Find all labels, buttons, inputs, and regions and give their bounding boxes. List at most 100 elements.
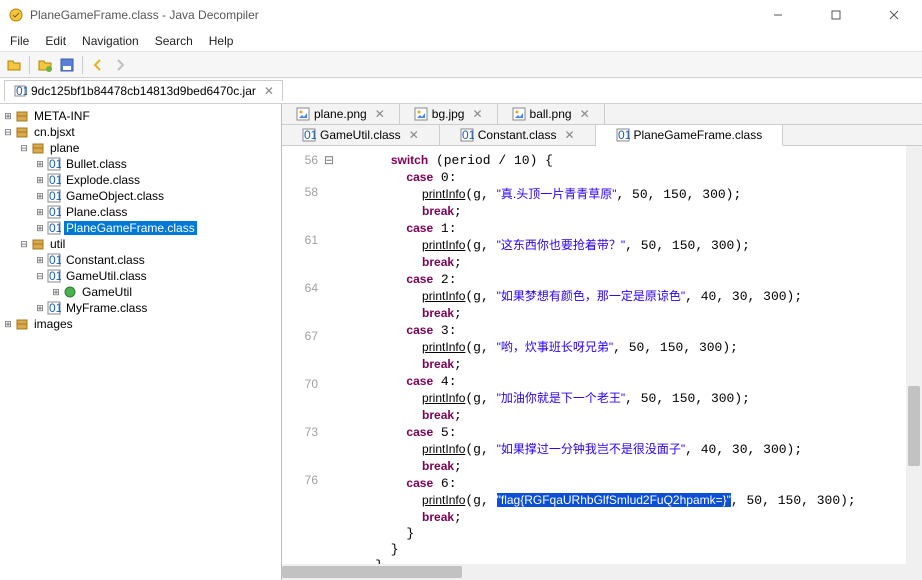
expand-toggle[interactable]: ⊟ [2,127,14,138]
tree-node-label: PlaneGameFrame.class [64,221,197,235]
class-icon: 010 [46,253,62,267]
tree-node[interactable]: ⊞010PlaneGameFrame.class [2,220,279,236]
code-area[interactable]: 5658616467707376 ⊟ switch (period / 10) … [282,146,922,580]
tree-node-label: Plane.class [64,205,129,219]
horizontal-scrollbar[interactable] [282,564,906,580]
jar-tab-close[interactable]: ✕ [264,84,274,98]
tree-node[interactable]: ⊞010Bullet.class [2,156,279,172]
save-button[interactable] [57,55,77,75]
code-content[interactable]: switch (period / 10) { case 0: printInfo… [336,146,922,580]
editor-tab-label: ball.png [530,107,572,121]
class-icon: 010 [46,157,62,171]
expand-toggle[interactable]: ⊞ [34,191,46,202]
toolbar-separator [29,56,30,74]
svg-text:010: 010 [49,221,61,235]
tree-node-label: GameUtil.class [64,269,149,283]
editor-tab[interactable]: ball.png ✕ [498,104,605,124]
fold-column[interactable]: ⊟ [322,146,336,580]
tree-node-label: plane [48,141,81,155]
expand-toggle[interactable]: ⊞ [34,303,46,314]
tree-node[interactable]: ⊟cn.bjsxt [2,124,279,140]
app-icon [8,7,24,23]
class-icon: 010 [460,128,474,142]
back-button[interactable] [88,55,108,75]
editor-tab-row-1: plane.png✕bg.jpg✕ball.png✕ [282,104,922,125]
menu-navigation[interactable]: Navigation [76,32,145,50]
jar-tab-label: 9dc125bf1b84478cb14813d9bed6470c.jar [31,84,256,98]
tree-node[interactable]: ⊞ images [2,316,279,332]
expand-toggle[interactable]: ⊞ [50,287,62,298]
class-icon: 010 [46,173,62,187]
editor-tab[interactable]: 010PlaneGameFrame.class [596,125,784,146]
menu-edit[interactable]: Edit [39,32,72,50]
expand-toggle[interactable]: ⊞ [2,111,14,122]
window-title: PlaneGameFrame.class - Java Decompiler [30,8,758,22]
expand-toggle[interactable]: ⊞ [34,223,46,234]
expand-toggle[interactable]: ⊟ [18,143,30,154]
toolbar-separator [82,56,83,74]
expand-toggle[interactable]: ⊟ [18,239,30,250]
menu-search[interactable]: Search [149,32,199,50]
editor-tab[interactable]: bg.jpg✕ [400,104,498,124]
editor-tab-label: plane.png [314,107,367,121]
class-icon: 010 [46,269,62,283]
tree-node[interactable]: ⊞010Plane.class [2,204,279,220]
tree-node[interactable]: ⊞ GameUtil [2,284,279,300]
tab-close[interactable]: ✕ [580,107,590,121]
editor-tab[interactable]: plane.png ✕ [282,104,400,124]
tree-node[interactable]: ⊞010MyFrame.class [2,300,279,316]
tab-close[interactable]: ✕ [375,107,385,121]
class-icon: 010 [616,128,630,142]
menu-help[interactable]: Help [203,32,240,50]
maximize-button[interactable] [816,5,856,25]
tree-node-label: images [32,317,75,331]
package-icon [14,125,30,139]
tree-node[interactable]: ⊞010Constant.class [2,252,279,268]
svg-text:010: 010 [49,301,61,315]
tree-node-label: Constant.class [64,253,147,267]
jar-tab[interactable]: 010 9dc125bf1b84478cb14813d9bed6470c.jar… [4,80,283,101]
scrollbar-thumb[interactable] [908,386,920,466]
minimize-button[interactable] [758,5,798,25]
expand-toggle[interactable]: ⊞ [2,319,14,330]
tree-node[interactable]: ⊟010GameUtil.class [2,268,279,284]
member-icon [62,285,78,299]
tree-node[interactable]: ⊟util [2,236,279,252]
open-file-button[interactable] [4,55,24,75]
open-type-button[interactable] [35,55,55,75]
close-button[interactable] [874,5,914,25]
editor-tab-label: GameUtil.class [320,128,401,142]
scrollbar-thumb[interactable] [282,566,462,578]
tree-node-label: Bullet.class [64,157,129,171]
svg-text:010: 010 [618,128,630,142]
expand-toggle[interactable]: ⊟ [34,271,46,282]
tab-close[interactable]: ✕ [472,107,482,121]
svg-text:010: 010 [16,84,27,98]
editor-tab[interactable]: 010GameUtil.class✕ [282,125,440,145]
menu-file[interactable]: File [4,32,35,50]
svg-text:010: 010 [49,253,61,267]
vertical-scrollbar[interactable] [906,146,922,580]
forward-button[interactable] [110,55,130,75]
tree-node-label: GameObject.class [64,189,166,203]
tree-node[interactable]: ⊟ plane [2,140,279,156]
expand-toggle[interactable]: ⊞ [34,159,46,170]
tree-node[interactable]: ⊞010Explode.class [2,172,279,188]
editor-tab[interactable]: 010 Constant.class ✕ [440,125,596,145]
tree-pane[interactable]: ⊞META-INF⊟cn.bjsxt⊟plane⊞010Bullet.class… [0,104,282,580]
tree-node[interactable]: ⊞META-INF [2,108,279,124]
tab-close[interactable]: ✕ [409,128,419,142]
svg-text:010: 010 [49,189,61,203]
expand-toggle[interactable]: ⊞ [34,255,46,266]
expand-toggle[interactable]: ⊞ [34,207,46,218]
class-icon: 010 [46,301,62,315]
titlebar: PlaneGameFrame.class - Java Decompiler [0,0,922,30]
editor-tab-label: Constant.class [478,128,557,142]
expand-toggle[interactable]: ⊞ [34,175,46,186]
editor-tab-row-2: 010 GameUtil.class ✕ 010 Constant.class ✕ 010P… [282,125,922,146]
svg-text:010: 010 [49,269,61,283]
tab-close[interactable]: ✕ [564,128,574,142]
tree-node-label: GameUtil [80,285,134,299]
tree-node[interactable]: ⊞010GameObject.class [2,188,279,204]
open-file-tab-bar: 010 9dc125bf1b84478cb14813d9bed6470c.jar… [0,78,922,104]
